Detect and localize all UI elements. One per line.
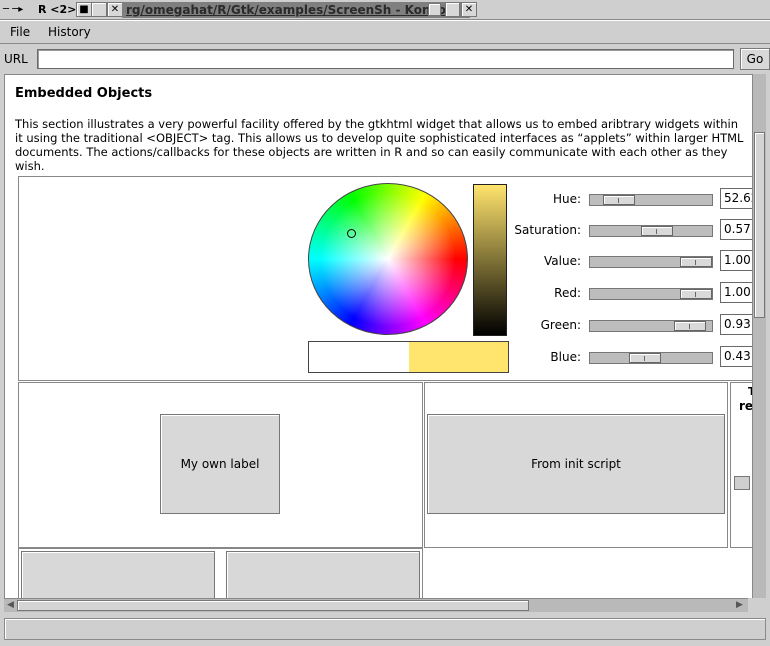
- green-field[interactable]: 0.93: [720, 314, 752, 335]
- my-label-frame: My own label: [18, 382, 423, 548]
- red-slider[interactable]: [589, 288, 713, 300]
- background-title-rest: omegahat/R/Gtk/examples/ScreenSh - Konso…: [144, 3, 459, 17]
- url-label: URL: [4, 52, 28, 66]
- saturation-field[interactable]: 0.57: [720, 219, 752, 240]
- html-view: Embedded Objects This section illustrate…: [4, 74, 752, 598]
- green-slider[interactable]: [589, 320, 713, 332]
- window-title-bar: ─ ─▸ R <2> ■ ✕ rg/omegahat/R/Gtk/example…: [0, 0, 770, 20]
- status-bar: [4, 618, 766, 640]
- color-wheel[interactable]: [308, 183, 468, 335]
- saturation-slider[interactable]: [589, 225, 713, 237]
- clipped-text-bottom: re: [739, 399, 752, 413]
- current-color-swatch: [408, 342, 508, 372]
- konsole-close-icon[interactable]: ✕: [461, 2, 477, 17]
- clipped-frame: T re: [730, 382, 752, 548]
- section-heading: Embedded Objects: [15, 86, 153, 101]
- value-row: Value: 1.00: [509, 250, 752, 272]
- horizontal-scrollbar[interactable]: ◀ ▶: [4, 598, 748, 612]
- vertical-scrollbar-thumb[interactable]: [754, 132, 765, 318]
- blue-slider-thumb[interactable]: [629, 353, 661, 363]
- bottom-left-button[interactable]: [21, 551, 215, 598]
- red-slider-thumb[interactable]: [680, 289, 712, 299]
- scroll-left-arrow-icon[interactable]: ◀: [5, 600, 16, 611]
- window-menu-icon[interactable]: ─ ─▸: [3, 3, 37, 16]
- color-selector: Hue: 52.62 Saturation: 0.57 Value: 1.00 …: [18, 176, 752, 381]
- from-init-script-button[interactable]: From init script: [427, 414, 725, 514]
- hue-slider-thumb[interactable]: [603, 195, 635, 205]
- value-bar[interactable]: [473, 184, 507, 336]
- close-icon[interactable]: ✕: [107, 2, 123, 17]
- blue-slider[interactable]: [589, 352, 713, 364]
- value-field[interactable]: 1.00: [720, 250, 752, 271]
- menu-file[interactable]: File: [10, 25, 30, 39]
- green-slider-thumb[interactable]: [674, 321, 706, 331]
- background-title-prefix: rg/: [126, 3, 145, 17]
- value-slider-thumb[interactable]: [680, 257, 712, 267]
- maximize-icon[interactable]: [91, 2, 107, 17]
- menu-bar: File History: [0, 20, 770, 44]
- saturation-slider-thumb[interactable]: [641, 226, 673, 236]
- url-bar: URL Go: [0, 46, 770, 72]
- konsole-minimize-icon[interactable]: [428, 3, 441, 16]
- my-own-label-button[interactable]: My own label: [160, 414, 280, 514]
- wheel-cursor-icon[interactable]: [347, 229, 356, 238]
- go-button[interactable]: Go: [740, 48, 770, 70]
- hue-slider[interactable]: [589, 194, 713, 206]
- bottom-right-button[interactable]: [226, 551, 420, 598]
- konsole-maximize-icon[interactable]: [445, 2, 460, 17]
- color-swatch: [308, 341, 509, 373]
- green-label: Green:: [540, 318, 581, 332]
- menu-history[interactable]: History: [48, 25, 91, 39]
- red-row: Red: 1.00: [509, 282, 752, 304]
- url-input[interactable]: [37, 49, 734, 69]
- green-row: Green: 0.93: [509, 314, 752, 336]
- minimize-icon[interactable]: ■: [76, 2, 92, 17]
- window-title: R <2>: [38, 3, 77, 16]
- blue-label: Blue:: [550, 350, 581, 364]
- saturation-label: Saturation:: [514, 223, 581, 237]
- horizontal-scrollbar-thumb[interactable]: [17, 600, 529, 611]
- hue-field[interactable]: 52.62: [720, 188, 752, 209]
- vertical-scrollbar[interactable]: [752, 74, 766, 598]
- hue-label: Hue:: [552, 192, 581, 206]
- init-script-frame: From init script: [424, 382, 728, 548]
- intro-paragraph: This section illustrates a very powerful…: [15, 117, 744, 173]
- blue-row: Blue: 0.43: [509, 346, 752, 368]
- scroll-right-arrow-icon[interactable]: ▶: [734, 600, 745, 611]
- bottom-frame: [18, 548, 423, 598]
- red-field[interactable]: 1.00: [720, 282, 752, 303]
- red-label: Red:: [554, 286, 581, 300]
- clipped-widget[interactable]: [734, 476, 750, 490]
- blue-field[interactable]: 0.43: [720, 346, 752, 367]
- background-window-title[interactable]: rg/omegahat/R/Gtk/examples/ScreenSh - Ko…: [122, 2, 470, 18]
- hue-row: Hue: 52.62: [509, 188, 752, 210]
- saturation-row: Saturation: 0.57: [509, 219, 752, 241]
- previous-color-swatch: [309, 342, 409, 372]
- value-label: Value:: [544, 254, 581, 268]
- value-slider[interactable]: [589, 256, 713, 268]
